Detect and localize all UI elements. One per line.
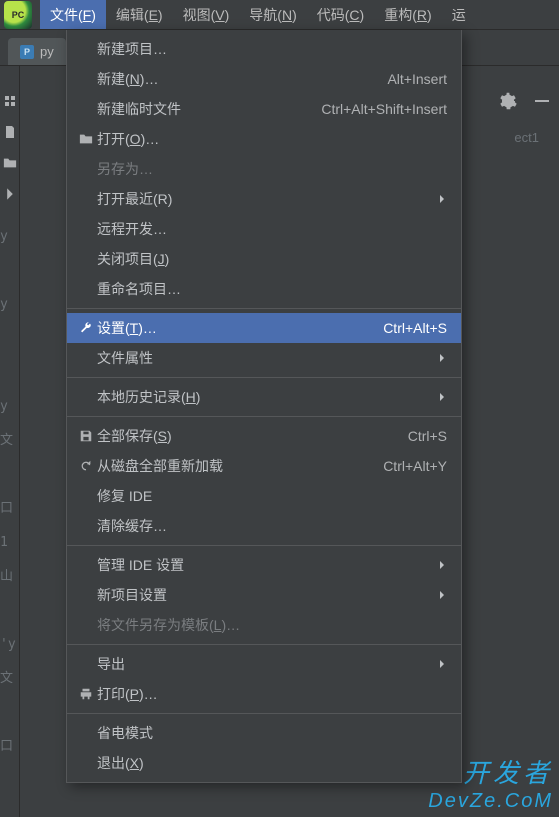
menu-item-label: 重命名项目… (97, 279, 181, 299)
menu-item-新建临时文件[interactable]: 新建临时文件 Ctrl+Alt+Shift+Insert (67, 94, 461, 124)
menu-item-label: 关闭项目(J) (97, 249, 169, 269)
gear-icon[interactable] (499, 92, 517, 113)
menu-item-关闭项目[interactable]: 关闭项目(J) (67, 244, 461, 274)
menu-item-另存为…: 另存为… (67, 154, 461, 184)
folder-icon (75, 132, 97, 146)
menu-item-label: 清除缓存… (97, 516, 167, 536)
menu-item-设置[interactable]: 设置(T)… Ctrl+Alt+S (67, 313, 461, 343)
menu-item-label: 导出 (97, 654, 125, 674)
menu-item-label: 设置(T)… (97, 318, 157, 338)
menu-item-打印[interactable]: 打印(P)… (67, 679, 461, 709)
menu-item-label: 远程开发… (97, 219, 167, 239)
menu-item-label: 打开(O)… (97, 129, 159, 149)
chevron-right-icon (437, 389, 447, 405)
file-menu-dropdown: 新建项目… 新建(N)… Alt+Insert 新建临时文件 Ctrl+Alt+Shif… (66, 30, 462, 783)
menu-item-从磁盘全部重新加载[interactable]: 从磁盘全部重新加载 Ctrl+Alt+Y (67, 451, 461, 481)
menu-item-label: 打开最近(R) (97, 189, 172, 209)
chevron-right-icon (437, 557, 447, 573)
menu-E[interactable]: 编辑(E) (106, 0, 173, 29)
menu-item-label: 退出(X) (97, 753, 144, 773)
menu-item-label: 管理 IDE 设置 (97, 555, 184, 575)
structure-icon[interactable] (3, 94, 17, 111)
python-file-icon: P (20, 45, 34, 59)
shortcut-label: Ctrl+S (408, 428, 447, 444)
menu-separator (67, 416, 461, 417)
menu-item-label: 从磁盘全部重新加载 (97, 456, 223, 476)
menu-item-省电模式[interactable]: 省电模式 (67, 718, 461, 748)
watermark-line2: DevZe.CoM (428, 790, 553, 813)
chevron-right-icon (437, 350, 447, 366)
menu-N[interactable]: 导航(N) (239, 0, 306, 29)
menu-V[interactable]: 视图(V) (173, 0, 240, 29)
reload-icon (75, 459, 97, 473)
menu-item-label: 省电模式 (97, 723, 153, 743)
menu-item-新建[interactable]: 新建(N)… Alt+Insert (67, 64, 461, 94)
shortcut-label: Ctrl+Alt+Y (383, 458, 447, 474)
menu-item-退出[interactable]: 退出(X) (67, 748, 461, 778)
menu-item-打开最近[interactable]: 打开最近(R) (67, 184, 461, 214)
wrench-icon (75, 321, 97, 335)
menu-运[interactable]: 运 (442, 0, 476, 29)
menu-item-label: 新建项目… (97, 39, 167, 59)
chevron-right-icon (437, 587, 447, 603)
menu-item-新项目设置[interactable]: 新项目设置 (67, 580, 461, 610)
menu-separator (67, 713, 461, 714)
right-toolbar (499, 92, 551, 113)
menu-item-label: 另存为… (97, 159, 153, 179)
menu-F[interactable]: 文件(F) (40, 0, 106, 29)
editor-tab[interactable]: P py (8, 38, 66, 65)
menu-item-导出[interactable]: 导出 (67, 649, 461, 679)
folder-icon[interactable] (3, 156, 17, 173)
print-icon (75, 687, 97, 701)
chevron-right-icon (437, 191, 447, 207)
menu-item-label: 新建(N)… (97, 69, 158, 89)
title-bar: 文件(F)编辑(E)视图(V)导航(N)代码(C)重构(R)运 (0, 0, 559, 30)
menu-separator (67, 545, 461, 546)
menu-item-远程开发…[interactable]: 远程开发… (67, 214, 461, 244)
menu-item-label: 本地历史记录(H) (97, 387, 200, 407)
menu-item-管理 IDE 设置[interactable]: 管理 IDE 设置 (67, 550, 461, 580)
shortcut-label: Alt+Insert (387, 71, 447, 87)
menu-item-打开[interactable]: 打开(O)… (67, 124, 461, 154)
menu-item-重命名项目…[interactable]: 重命名项目… (67, 274, 461, 304)
menu-item-将文件另存为模板: 将文件另存为模板(L)… (67, 610, 461, 640)
menu-item-label: 打印(P)… (97, 684, 158, 704)
save-icon (75, 429, 97, 443)
menu-item-label: 修复 IDE (97, 486, 152, 506)
chevron-right-icon[interactable] (3, 187, 17, 204)
menu-item-label: 新建临时文件 (97, 99, 181, 119)
menu-item-本地历史记录[interactable]: 本地历史记录(H) (67, 382, 461, 412)
tab-label: py (40, 44, 54, 59)
menu-bar: 文件(F)编辑(E)视图(V)导航(N)代码(C)重构(R)运 (40, 0, 476, 29)
menu-item-label: 新项目设置 (97, 585, 167, 605)
file-icon[interactable] (3, 125, 17, 142)
editor-background: yyy文口1山'y文口 (0, 220, 16, 764)
menu-C[interactable]: 代码(C) (307, 0, 374, 29)
menu-separator (67, 308, 461, 309)
menu-item-全部保存[interactable]: 全部保存(S) Ctrl+S (67, 421, 461, 451)
menu-separator (67, 377, 461, 378)
menu-item-文件属性[interactable]: 文件属性 (67, 343, 461, 373)
menu-item-清除缓存…[interactable]: 清除缓存… (67, 511, 461, 541)
minimize-icon[interactable] (533, 92, 551, 113)
shortcut-label: Ctrl+Alt+Shift+Insert (321, 101, 447, 117)
app-icon (4, 1, 32, 29)
menu-item-label: 文件属性 (97, 348, 153, 368)
menu-item-label: 将文件另存为模板(L)… (97, 615, 240, 635)
menu-item-新建项目…[interactable]: 新建项目… (67, 34, 461, 64)
menu-R[interactable]: 重构(R) (374, 0, 441, 29)
menu-separator (67, 644, 461, 645)
project-label: ect1 (514, 130, 539, 145)
menu-item-label: 全部保存(S) (97, 426, 172, 446)
menu-item-修复 IDE[interactable]: 修复 IDE (67, 481, 461, 511)
chevron-right-icon (437, 656, 447, 672)
shortcut-label: Ctrl+Alt+S (383, 320, 447, 336)
